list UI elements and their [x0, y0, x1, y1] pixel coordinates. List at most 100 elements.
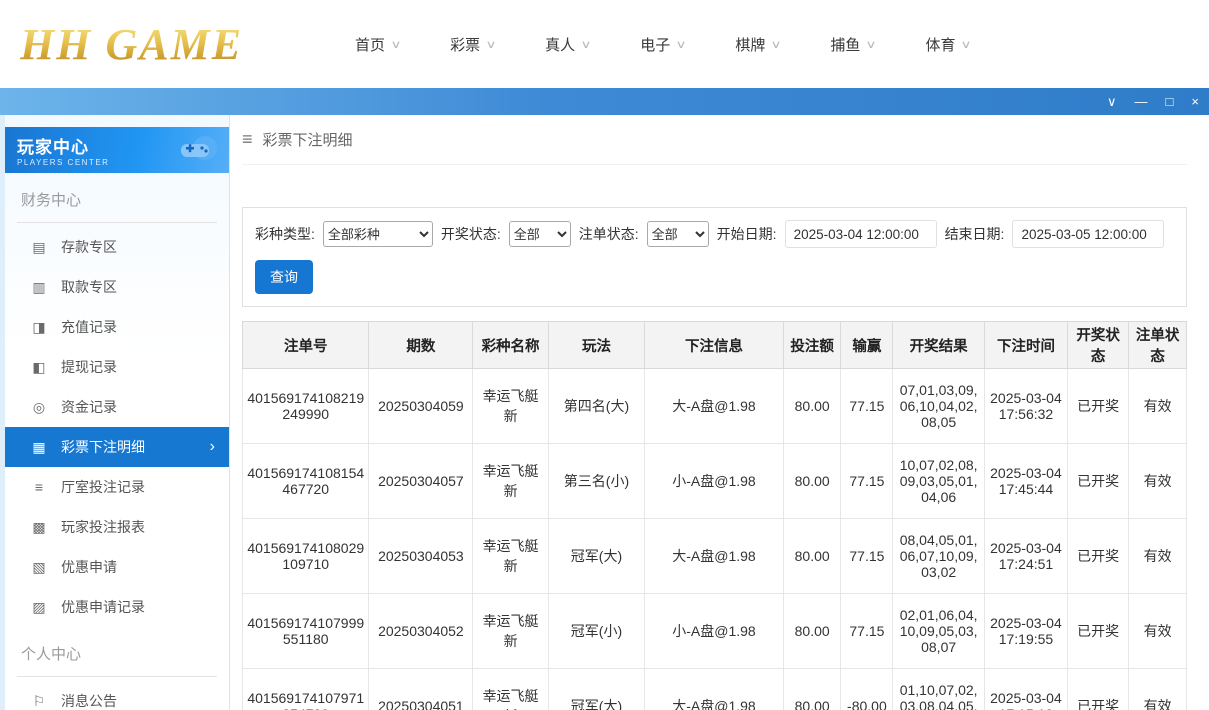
sidebar-item-promo-apply-records[interactable]: ▨优惠申请记录 — [5, 587, 229, 627]
table-cell: 有效 — [1129, 594, 1187, 669]
app-body: 玩家中心 PLAYERS CENTER 财务中心 ▤ 存款专区 ▥ 取款专区 ◨充值记录◧… — [0, 115, 1209, 710]
chevron-down-icon: ∨ — [961, 38, 972, 51]
sidebar-item-label: 取款专区 — [61, 277, 117, 297]
chevron-down-icon: ∨ — [485, 38, 496, 51]
sidebar-item-label: 优惠申请记录 — [61, 597, 145, 617]
nav-item-lottery[interactable]: 彩票∨ — [450, 34, 495, 55]
window-dropdown-button[interactable]: ∨ — [1107, 95, 1117, 108]
table-header-cell: 注单状态 — [1129, 322, 1187, 369]
nav-item-label: 棋牌 — [735, 34, 765, 55]
order-status-select[interactable]: 全部 — [647, 221, 709, 247]
table-cell: 08,04,05,01,06,07,10,09,03,02 — [893, 519, 985, 594]
gamepad-icon — [175, 135, 217, 165]
sidebar-item-message-announcements[interactable]: ⚐ 消息公告 — [5, 681, 229, 710]
table-header-cell: 注单号 — [243, 322, 369, 369]
table-cell: 2025-03-04 17:19:55 — [984, 594, 1067, 669]
sidebar-title: 玩家中心 — [17, 133, 109, 158]
deposit-icon: ▤ — [31, 239, 47, 256]
lottery-type-select[interactable]: 全部彩种 — [323, 221, 433, 247]
table-cell: 2025-03-04 17:56:32 — [984, 369, 1067, 444]
search-button[interactable]: 查询 — [255, 260, 313, 294]
table-cell: 2025-03-04 17:24:51 — [984, 519, 1067, 594]
sidebar-item-label: 消息公告 — [61, 691, 117, 710]
draw-status-select[interactable]: 全部 — [509, 221, 571, 247]
table-header-cell: 玩法 — [548, 322, 644, 369]
sidebar-item-player-bet-report[interactable]: ▩玩家投注报表 — [5, 507, 229, 547]
sidebar-header-text: 玩家中心 PLAYERS CENTER — [17, 133, 109, 167]
table-header-cell: 彩种名称 — [473, 322, 549, 369]
table-cell: 大-A盘@1.98 — [645, 369, 784, 444]
sidebar-item-recharge-records[interactable]: ◨充值记录 — [5, 307, 229, 347]
sidebar-item-withdraw-zone[interactable]: ▥ 取款专区 — [5, 267, 229, 307]
nav-item-label: 捕鱼 — [830, 34, 860, 55]
table-cell: 幸运飞艇新 — [473, 519, 549, 594]
table-cell: 小-A盘@1.98 — [645, 594, 784, 669]
window-maximize-button[interactable]: □ — [1166, 95, 1174, 108]
sidebar-item-lottery-bet-detail[interactable]: ▦ 彩票下注明细 › — [5, 427, 229, 467]
window-titlebar: ∨ — □ × — [0, 88, 1209, 115]
lottery-type-label: 彩种类型: — [255, 224, 315, 244]
sidebar-item-label: 优惠申请 — [61, 557, 117, 577]
sidebar-item-withdrawal-records[interactable]: ◧提现记录 — [5, 347, 229, 387]
table-cell: 80.00 — [783, 519, 841, 594]
sidebar-item-label: 资金记录 — [61, 397, 117, 417]
table-cell: 有效 — [1129, 519, 1187, 594]
logo: HH GAME — [20, 19, 310, 70]
nav-item-live[interactable]: 真人∨ — [545, 34, 590, 55]
start-date-input[interactable] — [785, 220, 937, 248]
nav-item-label: 体育 — [925, 34, 955, 55]
table-cell: 77.15 — [841, 444, 893, 519]
chevron-down-icon: ∨ — [581, 38, 592, 51]
document-icon: ▦ — [31, 439, 47, 456]
window-close-button[interactable]: × — [1191, 95, 1199, 108]
sidebar-item-funds-records[interactable]: ◎ 资金记录 — [5, 387, 229, 427]
table-cell: 20250304057 — [369, 444, 473, 519]
table-header-cell: 下注时间 — [984, 322, 1067, 369]
nav-item-sports[interactable]: 体育 ∨ — [925, 34, 970, 55]
promo-icon: ▧ — [31, 559, 47, 576]
end-date-input[interactable] — [1012, 220, 1164, 248]
chevron-down-icon: ∨ — [676, 38, 687, 51]
table-cell: 冠军(大) — [548, 669, 644, 710]
table-header-cell: 输赢 — [841, 322, 893, 369]
nav-item-cards[interactable]: 棋牌 ∨ — [735, 34, 780, 55]
menu-icon[interactable]: ≡ — [242, 129, 253, 150]
nav-item-label: 首页 — [355, 34, 385, 55]
sidebar-section-title: 财务中心 — [17, 189, 217, 223]
table-cell: 77.15 — [841, 519, 893, 594]
table-cell: 大-A盘@1.98 — [645, 519, 784, 594]
table-cell: 07,01,03,09,06,10,04,02,08,05 — [893, 369, 985, 444]
nav-item-fishing[interactable]: 捕鱼∨ — [830, 34, 875, 55]
withdraw-icon: ▥ — [31, 279, 47, 296]
sidebar-item-deposit-zone[interactable]: ▤ 存款专区 — [5, 227, 229, 267]
table-cell: 20250304052 — [369, 594, 473, 669]
table-cell: 401569174108219249990 — [243, 369, 369, 444]
table-cell: 第三名(小) — [548, 444, 644, 519]
bell-icon: ⚐ — [31, 693, 47, 710]
sidebar-item-room-bet-records[interactable]: ≡ 厅室投注记录 — [5, 467, 229, 507]
table-cell: 77.15 — [841, 594, 893, 669]
chevron-right-icon: › — [210, 438, 215, 456]
recharge-icon: ◨ — [31, 319, 47, 336]
nav-item-slots[interactable]: 电子∨ — [640, 34, 685, 55]
sidebar-header: 玩家中心 PLAYERS CENTER — [5, 127, 229, 173]
table-cell: 01,10,07,02,03,08,04,05,06,09 — [893, 669, 985, 710]
sidebar-item-label: 厅室投注记录 — [61, 477, 145, 497]
sidebar-item-label: 存款专区 — [61, 237, 117, 257]
table-header-cell: 下注信息 — [645, 322, 784, 369]
table-body: 40156917410821924999020250304059幸运飞艇新第四名… — [243, 369, 1187, 710]
sidebar-item-promo-apply[interactable]: ▧ 优惠申请 — [5, 547, 229, 587]
table-cell: 401569174108154467720 — [243, 444, 369, 519]
sidebar-item-label: 玩家投注报表 — [61, 517, 145, 537]
funds-icon: ◎ — [31, 399, 47, 416]
table-cell: 2025-03-04 17:45:44 — [984, 444, 1067, 519]
list-icon: ≡ — [31, 479, 47, 495]
table-header-row: 注单号期数彩种名称玩法下注信息投注额输赢开奖结果下注时间开奖状态注单状态 — [243, 322, 1187, 369]
nav-item-home[interactable]: 首页∨ — [355, 34, 400, 55]
window-minimize-button[interactable]: — — [1135, 95, 1148, 108]
top-header: HH GAME 首页∨彩票∨真人∨电子∨棋牌∨捕鱼∨体育∨ — [0, 0, 1209, 88]
sidebar-item-label: 彩票下注明细 — [61, 437, 145, 457]
table-cell: 已开奖 — [1067, 369, 1128, 444]
chevron-down-icon: ∨ — [771, 38, 782, 51]
table-cell: 冠军(大) — [548, 519, 644, 594]
